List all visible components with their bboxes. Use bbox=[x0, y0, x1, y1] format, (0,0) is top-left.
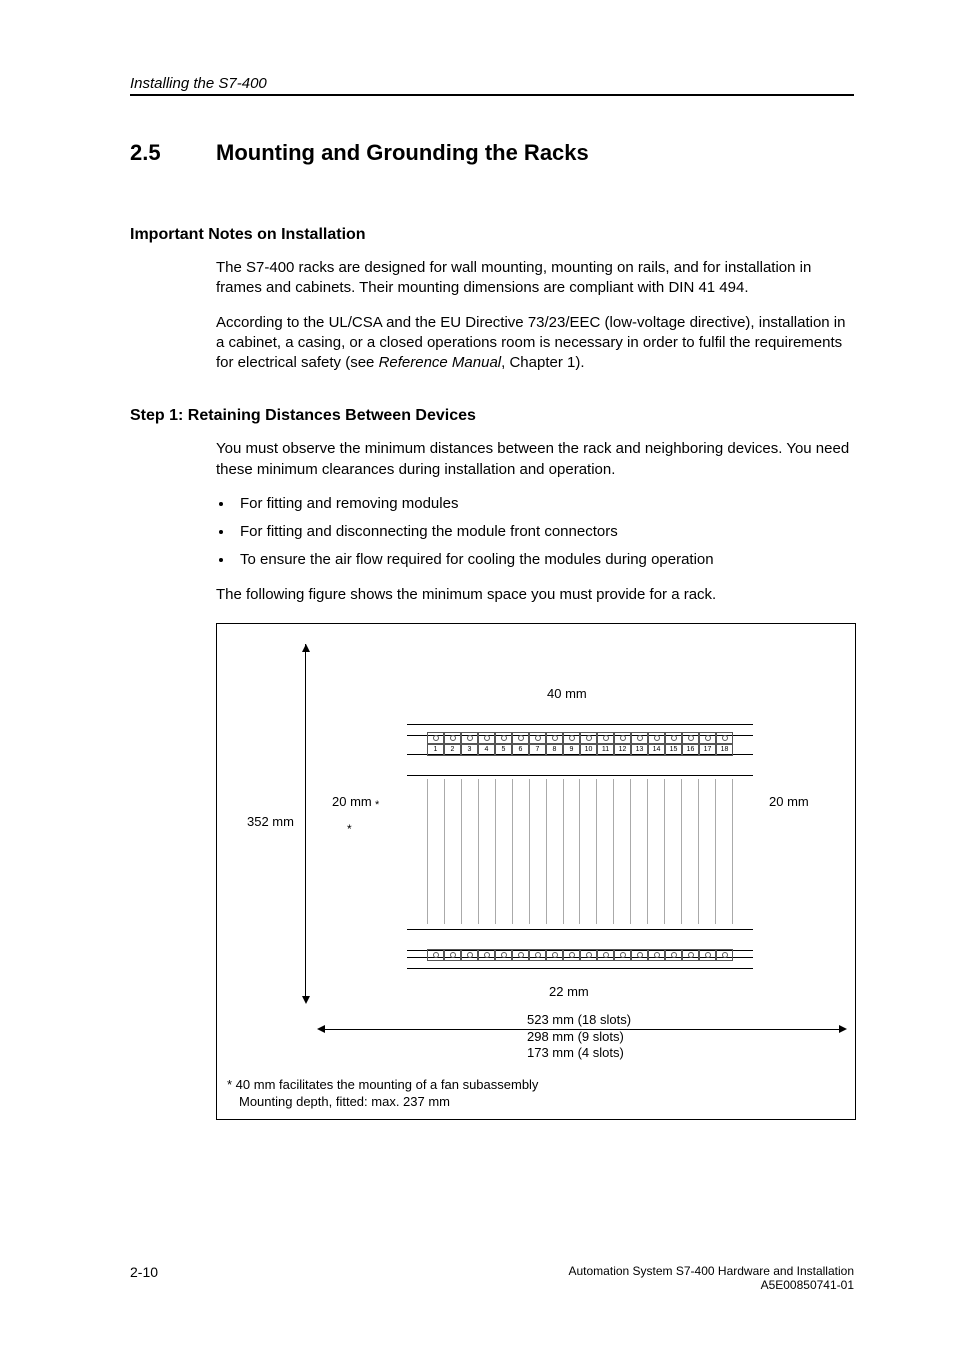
section-number: 2.5 bbox=[130, 140, 216, 166]
section-title-text: Mounting and Grounding the Racks bbox=[216, 140, 589, 165]
height-label: 352 mm bbox=[247, 814, 294, 829]
clearance-figure: 352 mm 40 mm 20 mm * 20 mm * 12345678910… bbox=[216, 623, 856, 1120]
left-clearance: 20 mm bbox=[332, 794, 372, 809]
rack-drawing: 123456789101112131415161718 bbox=[407, 724, 753, 969]
width-18: 523 mm (18 slots) bbox=[527, 1012, 631, 1027]
notes-p1: The S7-400 racks are designed for wall m… bbox=[216, 258, 854, 299]
step1-li3: To ensure the air flow required for cool… bbox=[234, 550, 854, 570]
top-clearance: 40 mm bbox=[547, 686, 587, 701]
figure-footnotes: * 40 mm facilitates the mounting of a fa… bbox=[227, 1077, 538, 1111]
step1-p1: You must observe the minimum distances b… bbox=[216, 439, 854, 480]
star-mark: * bbox=[347, 822, 352, 836]
step1-heading: Step 1: Retaining Distances Between Devi… bbox=[130, 407, 854, 425]
step1-li1: For fitting and removing modules bbox=[234, 494, 854, 514]
step1-p2: The following figure shows the minimum s… bbox=[216, 585, 854, 605]
width-4: 173 mm (4 slots) bbox=[527, 1045, 624, 1060]
notes-p2: According to the UL/CSA and the EU Direc… bbox=[216, 313, 854, 374]
notes-heading: Important Notes on Installation bbox=[130, 226, 854, 244]
section-title: 2.5Mounting and Grounding the Racks bbox=[130, 140, 854, 166]
page-number: 2-10 bbox=[130, 1264, 158, 1280]
step1-list: For fitting and removing modules For fit… bbox=[216, 494, 854, 571]
running-header: Installing the S7-400 bbox=[130, 75, 854, 96]
page-footer: 2-10 Automation System S7-400 Hardware a… bbox=[130, 1264, 854, 1292]
right-clearance: 20 mm bbox=[769, 794, 809, 809]
step1-li2: For fitting and disconnecting the module… bbox=[234, 522, 854, 542]
bottom-clearance: 22 mm bbox=[549, 984, 589, 999]
width-9: 298 mm (9 slots) bbox=[527, 1029, 624, 1044]
